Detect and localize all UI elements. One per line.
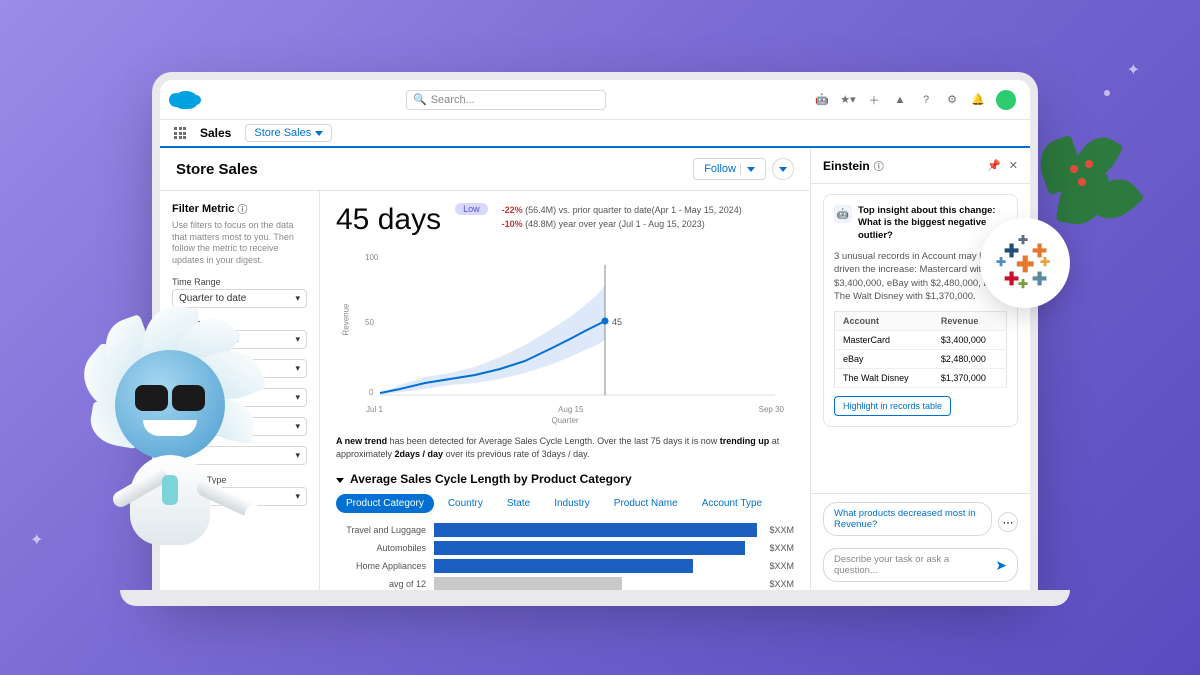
main-content: 45 days Low -22% (56.4M) vs. prior quart… bbox=[320, 191, 810, 590]
favorites-icon[interactable]: ★▾ bbox=[840, 92, 856, 108]
highlight-button[interactable]: Highlight in records table bbox=[834, 396, 951, 416]
time-range-select[interactable]: Quarter to date bbox=[172, 289, 307, 308]
page-header: Store Sales Follow bbox=[160, 148, 810, 191]
table-row[interactable]: The Walt Disney$1,370,000 bbox=[835, 369, 1007, 388]
bar-row[interactable]: avg of 12 $XXM bbox=[336, 577, 794, 590]
bar-row[interactable]: Travel and Luggage $XXM bbox=[336, 523, 794, 537]
sparkle-decoration: ✦ bbox=[30, 530, 43, 550]
tableau-logo-badge: ✚ ✚ ✚ ✚ ✚ ✚ ✚ ✚ ✚ bbox=[980, 218, 1070, 308]
topbar: 🔍 Search... 🤖 ★▾ ＋ ▲ ? ⚙ 🔔 bbox=[160, 80, 1030, 120]
svg-text:0: 0 bbox=[369, 388, 374, 397]
x-axis-label: Quarter bbox=[336, 416, 794, 425]
close-icon[interactable]: ✕ bbox=[1009, 159, 1018, 172]
insight-table: AccountRevenue MasterCard$3,400,000 eBay… bbox=[834, 311, 1007, 388]
section-header[interactable]: Average Sales Cycle Length by Product Ca… bbox=[336, 472, 794, 486]
bar-row[interactable]: Home Appliances $XXM bbox=[336, 559, 794, 573]
metric-deltas: -22% (56.4M) vs. prior quarter to date(A… bbox=[502, 203, 742, 232]
insight-question: Top insight about this change: What is t… bbox=[858, 205, 1007, 242]
filter-description: Use filters to focus on the data that ma… bbox=[172, 220, 307, 267]
chevron-down-icon bbox=[336, 472, 344, 486]
info-icon[interactable]: ⓘ bbox=[237, 201, 247, 216]
metric-value: 45 days bbox=[336, 203, 441, 237]
app-launcher-icon[interactable] bbox=[174, 127, 186, 139]
sparkle-decoration: ✦ bbox=[1127, 60, 1140, 80]
insight-icon: 🤖 bbox=[834, 205, 852, 223]
svg-text:50: 50 bbox=[365, 318, 374, 327]
y-axis-label: Revenue bbox=[342, 303, 351, 335]
bell-icon[interactable]: 🔔 bbox=[970, 92, 986, 108]
more-icon[interactable]: ⋯ bbox=[998, 512, 1018, 532]
chevron-down-icon bbox=[315, 127, 323, 139]
suggestion-chip[interactable]: What products decreased most in Revenue? bbox=[823, 502, 992, 536]
chart-svg: 100 50 0 45 bbox=[336, 245, 794, 405]
tab-account-type[interactable]: Account Type bbox=[692, 494, 772, 513]
x-axis-ticks: Jul 1 Aug 15 Sep 30 bbox=[336, 405, 794, 414]
chevron-down-icon[interactable] bbox=[740, 163, 755, 175]
laptop-screen: 🔍 Search... 🤖 ★▾ ＋ ▲ ? ⚙ 🔔 Sales Store S… bbox=[160, 80, 1030, 590]
notifications-icon[interactable]: ▲ bbox=[892, 92, 908, 108]
pin-icon[interactable]: 📌 bbox=[987, 159, 1001, 172]
filter-title: Filter Metric ⓘ bbox=[172, 201, 307, 216]
einstein-title: Einstein ⓘ bbox=[823, 158, 884, 173]
follow-button[interactable]: Follow bbox=[693, 158, 766, 180]
tab-state[interactable]: State bbox=[497, 494, 540, 513]
table-row[interactable]: eBay$2,480,000 bbox=[835, 350, 1007, 369]
tab-country[interactable]: Country bbox=[438, 494, 493, 513]
trend-text: A new trend has been detected for Averag… bbox=[336, 435, 794, 460]
table-row[interactable]: MasterCard$3,400,000 bbox=[835, 331, 1007, 350]
filter-label-time: Time Range bbox=[172, 277, 307, 287]
category-tabs: Product Category Country State Industry … bbox=[336, 494, 794, 513]
bar-chart: Travel and Luggage $XXM Automobiles $XXM… bbox=[336, 523, 794, 590]
tab-industry[interactable]: Industry bbox=[544, 494, 600, 513]
search-icon: 🔍 bbox=[413, 93, 427, 106]
einstein-mascot bbox=[70, 310, 270, 610]
tab-product-name[interactable]: Product Name bbox=[604, 494, 688, 513]
nav-tab-store-sales[interactable]: Store Sales bbox=[245, 124, 332, 142]
expand-button[interactable] bbox=[772, 158, 794, 180]
insight-card: 🤖 Top insight about this change: What is… bbox=[823, 194, 1018, 427]
salesforce-logo[interactable] bbox=[174, 91, 198, 109]
line-chart[interactable]: Revenue 100 50 0 45 bbox=[336, 245, 794, 405]
app-name: Sales bbox=[200, 126, 231, 140]
tab-product-category[interactable]: Product Category bbox=[336, 494, 434, 513]
svg-text:45: 45 bbox=[612, 317, 622, 327]
send-icon[interactable]: ➤ bbox=[995, 557, 1007, 574]
add-icon[interactable]: ＋ bbox=[866, 92, 882, 108]
global-search[interactable]: 🔍 Search... bbox=[406, 90, 606, 110]
svg-text:100: 100 bbox=[365, 253, 379, 262]
page-title: Store Sales bbox=[176, 161, 258, 178]
einstein-prompt-input[interactable]: Describe your task or ask a question... … bbox=[823, 548, 1018, 582]
app-nav: Sales Store Sales bbox=[160, 120, 1030, 148]
metric-badge: Low bbox=[455, 203, 488, 215]
help-icon[interactable]: ? bbox=[918, 92, 934, 108]
bar-row[interactable]: Automobiles $XXM bbox=[336, 541, 794, 555]
setup-icon[interactable]: ⚙ bbox=[944, 92, 960, 108]
dot-decoration bbox=[1104, 90, 1110, 96]
info-icon[interactable]: ⓘ bbox=[874, 158, 884, 173]
einstein-panel: Einstein ⓘ 📌 ✕ 🤖 Top insight about this … bbox=[810, 148, 1030, 590]
search-placeholder: Search... bbox=[431, 94, 475, 106]
einstein-top-icon[interactable]: 🤖 bbox=[814, 92, 830, 108]
user-avatar[interactable] bbox=[996, 90, 1016, 110]
